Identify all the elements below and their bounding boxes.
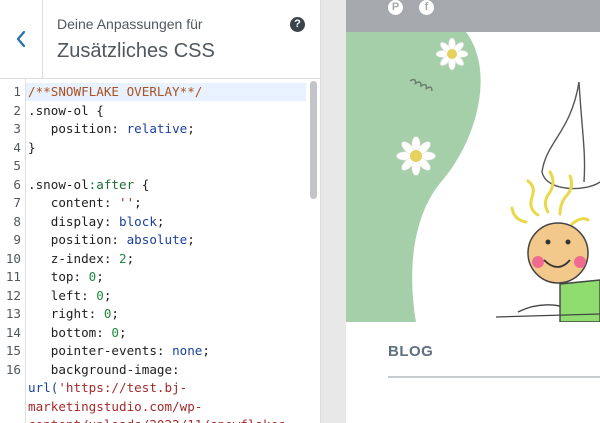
code-token: /**SNOWFLAKE OVERLAY**/ [28,84,203,99]
code-token: content: [28,195,119,210]
code-token: display: [28,213,119,229]
line-number: 16 [5,361,21,377]
line-number: 1 [13,84,21,99]
code-token: background-image: [28,361,180,377]
blog-heading[interactable]: BLOG [388,343,433,360]
panel-header: Deine Anpassungen für Zusätzliches CSS ? [0,0,320,79]
line-number: 3 [13,121,21,136]
code-token: '' [119,195,135,210]
code-token: ; [96,269,104,284]
preview-page: P f BLOG [346,0,600,423]
code-token: 'https://test.bj- [58,380,188,395]
code-token: 0 [96,287,104,303]
daisy-icon [396,136,436,176]
code-token: block [119,213,157,229]
preview-topbar: P f [346,0,600,32]
code-token: pointer-events: [28,343,173,358]
code-line[interactable]: top: 0; [28,268,104,287]
line-number: 8 [13,213,21,229]
code-token: ; [156,213,165,229]
blog-divider [388,376,600,378]
line-number: 10 [5,250,21,266]
code-token: url( [28,380,59,395]
code-line[interactable]: marketingstudio.com/wp- [28,398,202,417]
panel-subtitle: Deine Anpassungen für [57,16,203,32]
code-token: } [28,139,36,155]
facebook-icon[interactable]: f [419,0,434,15]
code-token: { [134,176,150,192]
code-line[interactable]: right: 0; [28,305,119,324]
pinterest-icon[interactable]: P [388,0,403,15]
panel-title: Zusätzliches CSS [57,40,215,62]
code-token: marketingstudio.com/wp- [28,398,203,414]
line-number: 4 [13,139,21,155]
code-token: 2 [119,250,127,266]
line-number: 13 [5,306,21,321]
code-token: bottom: [28,324,112,340]
code-token: left: [28,287,97,303]
code-token: ; [103,287,112,303]
help-icon[interactable]: ? [290,17,305,32]
line-number: 15 [5,343,21,358]
code-line[interactable]: left: 0; [28,287,112,306]
daisy-icon [435,37,469,71]
line-number: 7 [13,195,21,210]
code-line[interactable]: .snow-ol:after { [28,176,149,195]
line-number: 11 [5,269,21,284]
code-line[interactable]: } [28,139,36,158]
code-line[interactable]: /**SNOWFLAKE OVERLAY**/ [28,83,202,102]
line-number: 12 [5,287,21,303]
code-token: ; [187,232,195,247]
chevron-left-icon [16,30,26,48]
code-token: ; [187,121,195,136]
code-token: ; [126,250,135,266]
code-token: ; [111,306,120,321]
code-token: :after [88,176,135,192]
code-line[interactable]: url('https://test.bj- [28,379,187,398]
code-token: position: [28,121,127,136]
line-number: 14 [5,324,21,340]
code-token: position: [28,232,127,247]
code-line[interactable]: position: absolute; [28,231,195,250]
code-token: content/uploads/2022/11/snowflakes [28,417,286,423]
code-line[interactable]: bottom: 0; [28,324,127,343]
line-number-gutter: 1 2 3 4 5 6 7 8 9 10 11 12 13 14 15 16 [0,79,26,423]
line-number: 6 [13,176,21,192]
code-line[interactable]: content/uploads/2022/11/snowflakes [28,416,286,423]
line-number: 2 [13,102,21,118]
code-line[interactable]: position: relative; [28,120,195,139]
code-token: right: [28,306,104,321]
code-token: ; [134,195,142,210]
hero-illustration [346,32,600,322]
code-token: none [172,343,203,358]
line-number: 5 [13,158,21,173]
code-line[interactable]: content: ''; [28,194,142,213]
code-line[interactable]: .snow-ol { [28,102,104,121]
code-token: ; [119,324,127,340]
site-preview: P f BLOG [321,0,600,423]
code-token: top: [28,269,89,284]
code-line[interactable]: background-image: [28,361,180,380]
editor-scrollbar-thumb[interactable] [310,81,317,199]
code-token: absolute [126,232,188,247]
code-token: 0 [111,324,119,340]
line-number: 9 [13,232,21,247]
css-code-editor[interactable]: 1 2 3 4 5 6 7 8 9 10 11 12 13 14 15 16 /**SNOWFLAKE OVE… [0,79,320,423]
code-line[interactable]: display: block; [28,213,165,232]
back-button[interactable] [0,0,43,78]
code-token: .snow-ol [28,176,89,192]
code-line[interactable]: pointer-events: none; [28,342,210,361]
code-token: relative [126,121,188,136]
code-token: z-index: [28,250,119,266]
code-token: .snow-ol { [28,102,104,118]
customizer-panel: Deine Anpassungen für Zusätzliches CSS ?… [0,0,321,423]
code-token: ; [202,343,210,358]
code-line[interactable]: z-index: 2; [28,250,134,269]
